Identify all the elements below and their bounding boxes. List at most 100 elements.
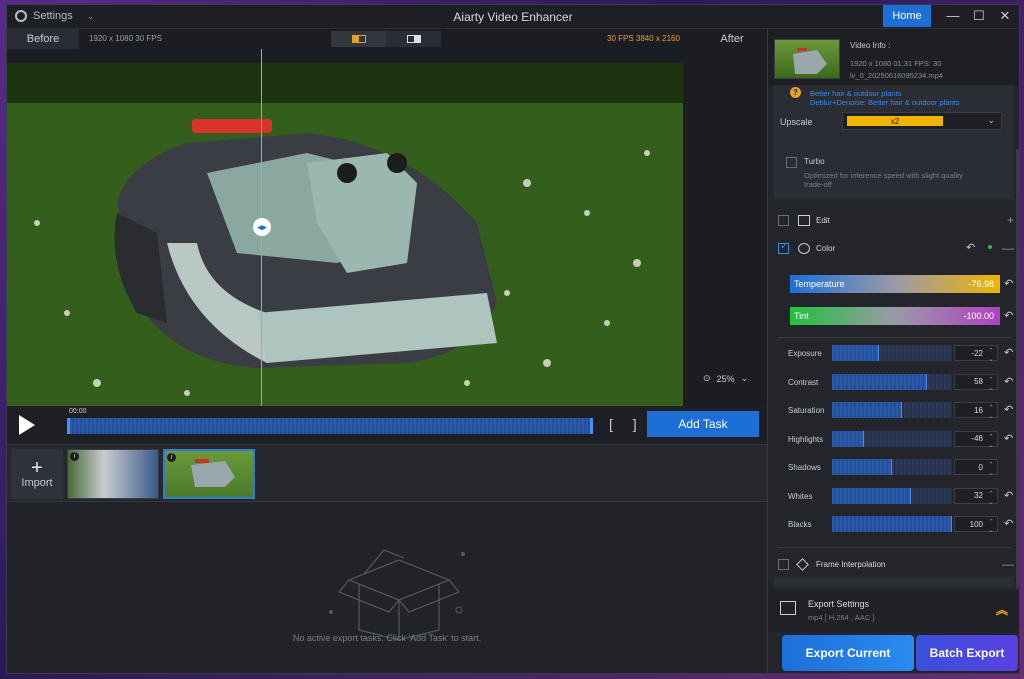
- app-title: Aiarty Video Enhancer: [453, 10, 573, 24]
- slider-saturation[interactable]: Saturation 16 ⌃ ⌄ ↶: [768, 402, 1019, 420]
- maximize-button[interactable]: ☐: [965, 8, 993, 24]
- mower-thumb-image: [191, 459, 235, 487]
- edit-checkbox[interactable]: [778, 214, 789, 226]
- play-button[interactable]: [19, 415, 35, 435]
- slider-blacks[interactable]: Blacks 100 ⌃ ⌄ ↶: [768, 516, 1019, 534]
- slider-track[interactable]: [832, 430, 952, 447]
- import-label: Import: [21, 477, 53, 489]
- tint-value: -100.00: [963, 311, 994, 321]
- slider-fill: [832, 459, 892, 475]
- home-button[interactable]: Home: [883, 5, 931, 27]
- slider-track[interactable]: [832, 459, 952, 475]
- reset-icon[interactable]: ↶: [1004, 489, 1013, 502]
- video-preview[interactable]: [7, 63, 683, 406]
- media-strip: + Import i i: [7, 444, 767, 502]
- close-button[interactable]: ✕: [991, 8, 1019, 24]
- slider-track[interactable]: [832, 345, 952, 361]
- edit-label: Edit: [816, 215, 830, 225]
- split-view-icon: [351, 35, 366, 43]
- video-info: Video Info : 1920 x 1080 01:31 FPS: 30 l…: [768, 29, 1019, 85]
- model-tip-line2: Deblur+Denoise: Better hair & outdoor pl…: [810, 98, 960, 107]
- before-label: Before: [7, 29, 79, 49]
- model-tip-line1: Better hair & outdoor plants: [810, 89, 902, 98]
- reset-icon[interactable]: ↶: [1004, 277, 1013, 290]
- trim-brackets-button[interactable]: [ ]: [609, 416, 645, 432]
- reset-icon[interactable]: ↶: [1004, 346, 1013, 359]
- temperature-slider[interactable]: Temperature -76.98: [790, 275, 1000, 293]
- minimize-button[interactable]: —: [939, 8, 967, 23]
- export-settings-format: mp4 [ H.264 , AAC ]: [808, 613, 875, 622]
- timeline-scrubber[interactable]: [67, 418, 593, 434]
- turbo-checkbox[interactable]: [786, 157, 797, 168]
- spinner-icon[interactable]: ⌃ ⌄: [988, 376, 994, 392]
- batch-export-button[interactable]: Batch Export: [916, 635, 1018, 671]
- add-task-button[interactable]: Add Task: [647, 411, 759, 437]
- side-by-side-button[interactable]: [386, 31, 441, 47]
- upscale-label: Upscale: [780, 117, 813, 127]
- color-checkbox[interactable]: [778, 241, 789, 254]
- empty-export-message: No active export tasks. Click 'Add Task'…: [292, 633, 482, 643]
- zoom-icon: ⊙: [703, 373, 711, 383]
- expand-plus-icon[interactable]: +: [1007, 213, 1014, 227]
- empty-box-icon: [329, 549, 465, 640]
- slider-track[interactable]: [832, 402, 952, 418]
- reset-icon[interactable]: ↶: [1004, 309, 1013, 322]
- slider-highlights[interactable]: Highlights -46 ⌃ ⌄ ↶: [768, 430, 1019, 449]
- chevron-up-icon[interactable]: ︽: [996, 601, 1008, 618]
- slider-whites[interactable]: Whites 32 ⌃ ⌄ ↶: [768, 487, 1019, 506]
- undo-icon[interactable]: ↶: [966, 241, 975, 254]
- frame-box: [774, 577, 1014, 587]
- zoom-control[interactable]: ⊙ 25% ⌄: [703, 373, 748, 384]
- slider-shadows[interactable]: Shadows 0 ⌃ ⌄: [768, 459, 1019, 477]
- section-color[interactable]: Color ↶ —: [768, 237, 1019, 259]
- palette-icon: [798, 242, 810, 254]
- turbo-label: Turbo: [804, 157, 825, 166]
- slider-track[interactable]: [832, 373, 952, 390]
- media-thumbnail[interactable]: i: [67, 449, 159, 499]
- spinner-icon[interactable]: ⌃ ⌄: [988, 347, 994, 363]
- split-view-button[interactable]: [331, 31, 386, 47]
- slider-track[interactable]: [832, 487, 952, 504]
- slider-contrast[interactable]: Contrast 58 ⌃ ⌄ ↶: [768, 373, 1019, 392]
- spinner-icon[interactable]: ⌃ ⌄: [988, 490, 994, 506]
- panel-scrollbar[interactable]: [1016, 149, 1019, 589]
- slider-label: Whites: [788, 491, 813, 501]
- reset-icon[interactable]: ↶: [1004, 375, 1013, 388]
- video-info-filename: lv_0_20250616095234.mp4: [850, 71, 943, 80]
- spinner-icon[interactable]: ⌃ ⌄: [988, 518, 994, 534]
- status-dot-icon: [988, 245, 992, 249]
- spinner-icon[interactable]: ⌃ ⌄: [988, 433, 994, 449]
- target-info: 30 FPS 3840 x 2160: [607, 34, 680, 43]
- model-tip-box: ? Better hair & outdoor plants Deblur+De…: [774, 85, 1014, 107]
- upscale-select[interactable]: x2 ⌄: [842, 112, 1002, 130]
- compare-drag-handle[interactable]: ◂▸: [253, 218, 271, 236]
- reset-icon[interactable]: ↶: [1004, 432, 1013, 445]
- collapse-minus-icon[interactable]: —: [1002, 241, 1014, 255]
- spinner-icon[interactable]: ⌃ ⌄: [988, 461, 994, 477]
- section-frame-interpolation[interactable]: Frame Interpolation —: [768, 553, 1019, 575]
- collapse-minus-icon[interactable]: —: [1002, 557, 1014, 571]
- color-label: Color: [816, 243, 836, 253]
- reset-icon[interactable]: ↶: [1004, 403, 1013, 416]
- export-settings[interactable]: Export Settings mp4 [ H.264 , AAC ] ︽: [768, 591, 1019, 631]
- chevron-down-icon: ⌄: [740, 373, 749, 383]
- info-icon[interactable]: i: [70, 452, 79, 461]
- media-thumbnail-selected[interactable]: i: [163, 449, 255, 499]
- reset-icon[interactable]: ↶: [1004, 517, 1013, 530]
- export-current-button[interactable]: Export Current: [782, 635, 914, 671]
- section-edit[interactable]: Edit +: [768, 209, 1019, 231]
- slider-fill: [832, 345, 879, 361]
- frame-interpolation-label: Frame Interpolation: [816, 559, 886, 569]
- chevron-down-icon: ⌄: [987, 115, 995, 125]
- slider-label: Blacks: [788, 520, 812, 529]
- frame-interpolation-checkbox[interactable]: [778, 558, 789, 570]
- preview-right-margin: [683, 49, 767, 406]
- import-button[interactable]: + Import: [11, 449, 63, 499]
- spinner-icon[interactable]: ⌃ ⌄: [988, 404, 994, 420]
- video-info-thumbnail: [774, 39, 840, 79]
- tint-slider[interactable]: Tint -100.00: [790, 307, 1000, 325]
- slider-label: Exposure: [788, 349, 822, 358]
- slider-track[interactable]: [832, 516, 952, 532]
- slider-exposure[interactable]: Exposure -22 ⌃ ⌄ ↶: [768, 345, 1019, 363]
- settings-menu[interactable]: Settings ⌄: [15, 10, 94, 22]
